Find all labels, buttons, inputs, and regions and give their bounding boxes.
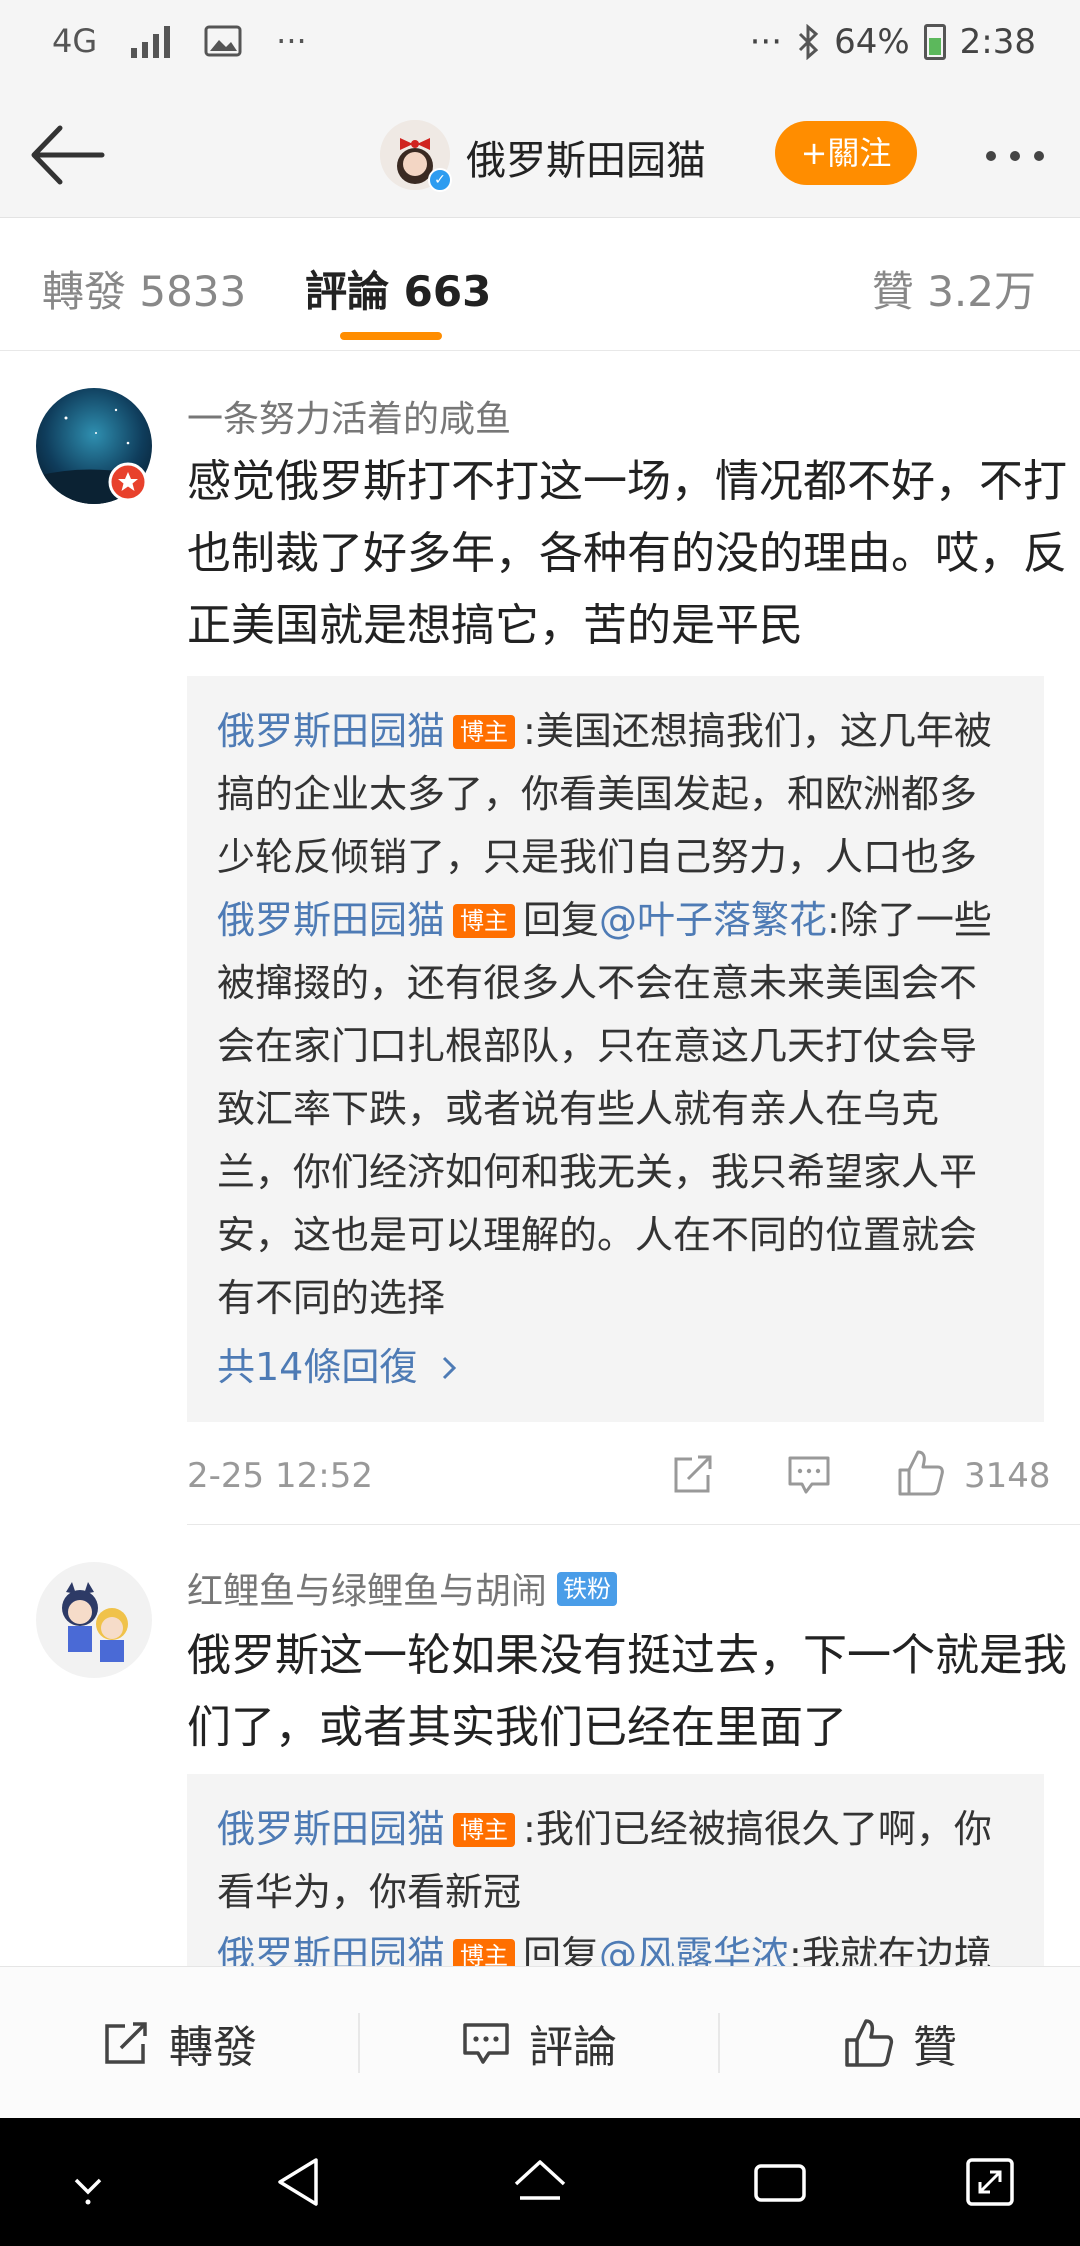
comment-username[interactable]: 一条努力活着的咸鱼 <box>187 390 511 442</box>
tab-likes[interactable]: 贊 3.2万 <box>872 258 1036 319</box>
comment-button[interactable]: 評論 <box>360 1967 718 2119</box>
tab-comments[interactable]: 評論 663 <box>305 258 491 319</box>
comment-avatar[interactable] <box>36 1562 152 1678</box>
comment-text: 感觉俄罗斯打不打这一场，情况都不好，不打也制裁了好多年，各种有的没的理由。哎，反… <box>187 456 1067 651</box>
expand-nav-icon[interactable] <box>960 2152 1020 2212</box>
signal-icon <box>131 24 171 58</box>
verified-icon: ✓ <box>428 168 452 192</box>
comment-icon[interactable] <box>786 1452 832 1496</box>
comment-label: 評論 <box>529 2022 617 2073</box>
member-badge-icon <box>108 462 148 502</box>
status-overflow: ··· <box>276 22 307 60</box>
bluetooth-icon <box>799 24 819 60</box>
reply-username[interactable]: 俄罗斯田园猫 <box>217 1807 445 1851</box>
host-badge: 博主 <box>453 904 516 938</box>
reply-username[interactable]: 俄罗斯田园猫 <box>217 898 445 942</box>
like-count: 3148 <box>964 1456 1051 1496</box>
home-nav-icon[interactable] <box>510 2152 570 2212</box>
mention-link[interactable]: @风露华浓 <box>599 1933 789 1966</box>
comment-divider <box>187 1524 1080 1525</box>
recents-nav-icon[interactable] <box>750 2152 810 2212</box>
like-button[interactable]: 贊 <box>720 1967 1080 2119</box>
tab-repost[interactable]: 轉發 5833 <box>42 258 246 319</box>
network-indicator: 4G <box>52 22 98 60</box>
reply-text: :我就在边境 <box>789 1933 992 1966</box>
more-replies-label: 共14條回復 <box>217 1345 418 1389</box>
clock: 2:38 <box>959 22 1036 62</box>
host-badge: 博主 <box>453 1813 516 1847</box>
active-tab-indicator <box>340 332 442 340</box>
repost-icon <box>105 2022 147 2064</box>
reply-box[interactable]: 俄罗斯田园猫 博主:美国还想搞我们，这几年被搞的企业太多了，你看美国发起，和欧洲都… <box>187 676 1044 1422</box>
reply-item: 俄罗斯田园猫 博主 回复@叶子落繁花:除了一些被撺掇的，还有很多人不会在意未来美国会… <box>217 889 1014 1330</box>
action-bar: 轉發 評論 贊 <box>0 1966 1080 2118</box>
comment-username-label[interactable]: 红鲤鱼与绿鲤鱼与胡闹 <box>187 1571 547 1612</box>
comment-timestamp: 2-25 12:52 <box>187 1456 373 1496</box>
reply-box[interactable]: 俄罗斯田园猫 博主:我们已经被搞很久了啊，你看华为，你看新冠 俄罗斯田园猫 博主 回复… <box>187 1774 1044 1966</box>
like-label: 贊 <box>913 2022 957 2073</box>
host-badge: 博主 <box>453 715 516 749</box>
repost-button[interactable]: 轉發 <box>0 1967 358 2119</box>
comment-text: 俄罗斯这一轮如果没有挺过去，下一个就是我们了，或者其实我们已经在里面了 <box>187 1630 1067 1753</box>
comment-icon <box>463 2023 509 2064</box>
reply-username[interactable]: 俄罗斯田园猫 <box>217 1933 445 1966</box>
reply-item: 俄罗斯田园猫 博主:美国还想搞我们，这几年被搞的企业太多了，你看美国发起，和欧洲都… <box>217 700 1014 889</box>
more-icon[interactable] <box>975 136 1055 176</box>
reply-item: 俄罗斯田园猫 博主 回复@风露华浓:我就在边境 <box>217 1924 1014 1966</box>
reply-username[interactable]: 俄罗斯田园猫 <box>217 709 445 753</box>
back-nav-icon[interactable] <box>270 2152 330 2212</box>
more-replies-link[interactable]: 共14條回復 <box>217 1336 1014 1399</box>
reply-text: :除了一些被撺掇的，还有很多人不会在意未来美国会不会在家门口扎根部队，只在意这几… <box>217 898 992 1320</box>
share-icon[interactable] <box>670 1451 716 1497</box>
battery-icon <box>923 24 946 60</box>
back-arrow-icon[interactable] <box>28 120 108 190</box>
reply-word: 回复 <box>523 1933 600 1966</box>
reply-word: 回复 <box>523 898 600 942</box>
chevron-right-icon <box>443 1356 457 1380</box>
system-nav-bar <box>0 2118 1080 2246</box>
like-icon[interactable] <box>896 1448 946 1498</box>
follow-button[interactable]: +關注 <box>775 121 917 185</box>
repost-label: 轉發 <box>169 2022 257 2073</box>
reply-item: 俄罗斯田园猫 博主:我们已经被搞很久了啊，你看华为，你看新冠 <box>217 1798 1014 1924</box>
like-icon <box>845 2019 894 2067</box>
status-bar: 4G ··· ··· 64% 2:38 <box>0 0 1080 92</box>
header: ✓ 俄罗斯田园猫 +關注 <box>0 92 1080 218</box>
battery-percent: 64% <box>834 22 910 62</box>
fan-badge: 铁粉 <box>557 1572 618 1606</box>
tab-bar: 轉發 5833 評論 663 贊 3.2万 <box>0 218 1080 351</box>
status-overflow-right: ··· <box>749 22 783 62</box>
hide-keyboard-icon[interactable] <box>58 2152 118 2212</box>
comment-username: 红鲤鱼与绿鲤鱼与胡闹 铁粉 <box>187 1562 618 1614</box>
mention-link[interactable]: @叶子落繁花 <box>599 898 827 942</box>
image-notification-icon <box>204 25 242 57</box>
host-badge: 博主 <box>453 1939 516 1966</box>
header-title[interactable]: 俄罗斯田园猫 <box>466 128 706 186</box>
